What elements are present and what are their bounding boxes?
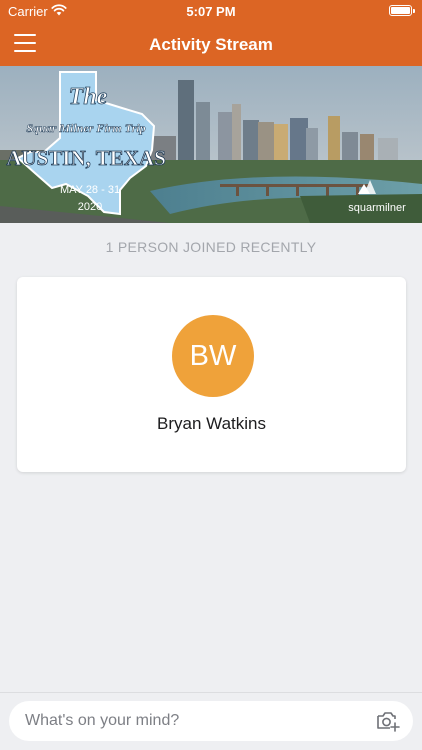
camera-plus-icon[interactable] <box>375 709 401 733</box>
recent-joins-heading: 1 PERSON JOINED RECENTLY <box>105 239 317 255</box>
banner-dates: MAY 28 - 31 <box>60 184 120 196</box>
status-bar: Carrier 5:07 PM <box>0 0 422 22</box>
event-banner: The Squar Milner Firm Trip AUSTIN, TEXAS… <box>0 66 422 223</box>
page-title: Activity Stream <box>149 35 273 54</box>
post-composer-bar: What's on your mind? <box>0 692 422 750</box>
avatar-initials: BW <box>189 339 237 372</box>
avatar[interactable]: BW <box>172 315 254 397</box>
banner-subtitle: Squar Milner Firm Trip <box>26 121 145 135</box>
nav-bar: Activity Stream <box>0 22 422 66</box>
post-input-placeholder: What's on your mind? <box>25 712 180 729</box>
banner-title-the: The <box>69 84 108 110</box>
clock: 5:07 PM <box>186 4 236 19</box>
top-bar: Carrier 5:07 PM Activity Stream <box>0 0 422 66</box>
battery-icon <box>389 5 415 16</box>
banner-brand: squarmilner <box>348 202 406 214</box>
banner-city: AUSTIN, TEXAS <box>6 146 166 170</box>
member-card[interactable]: BW Bryan Watkins <box>17 277 406 472</box>
member-name[interactable]: Bryan Watkins <box>17 414 406 434</box>
post-input[interactable]: What's on your mind? <box>9 701 413 741</box>
banner-year: 2020 <box>78 201 102 213</box>
